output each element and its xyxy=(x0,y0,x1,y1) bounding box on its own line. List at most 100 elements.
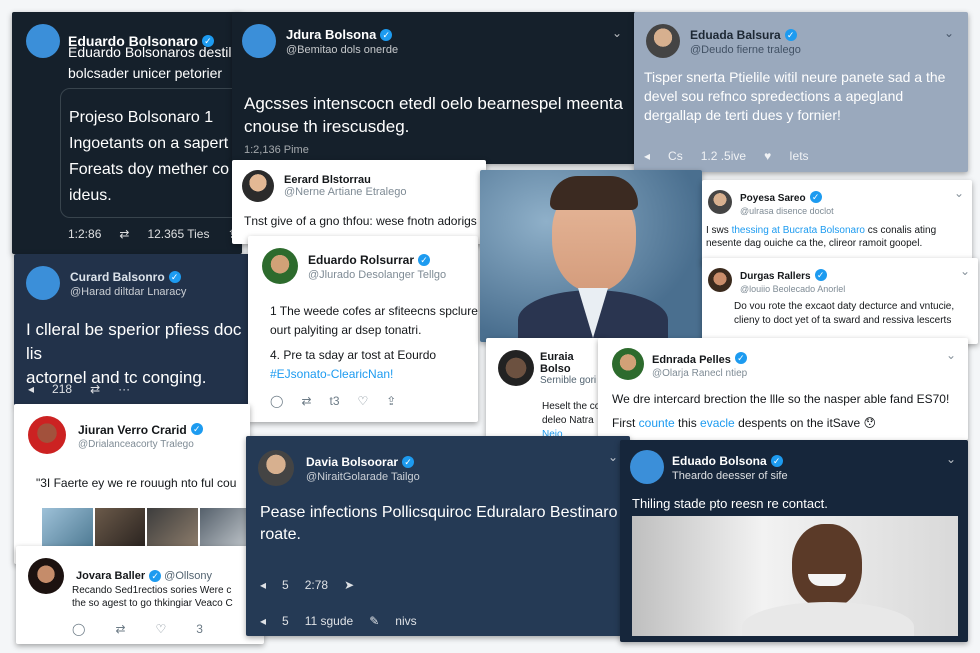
avatar[interactable] xyxy=(258,450,294,486)
handle[interactable]: @ulrasa disence doclot xyxy=(740,206,834,216)
chevron-down-icon[interactable]: ⌄ xyxy=(946,348,956,362)
display-name[interactable]: Durgas Rallers xyxy=(740,271,811,282)
handle[interactable]: @Ollsony xyxy=(164,570,212,582)
reply-icon[interactable]: ◯ xyxy=(270,394,283,408)
retweet-icon[interactable]: ⇄ xyxy=(301,394,311,408)
avatar[interactable] xyxy=(646,24,680,58)
media-thumb[interactable] xyxy=(42,508,93,546)
handle[interactable]: @Olarja Ranecl ntiep xyxy=(652,368,747,379)
display-name[interactable]: Eduada Balsura xyxy=(690,28,781,42)
like-icon[interactable]: ◂ xyxy=(260,614,266,628)
handle[interactable]: @Bemitao dols onerde xyxy=(286,44,398,56)
handle[interactable]: @Drialanceacorty Tralego xyxy=(78,439,203,450)
handle[interactable]: @Deudo fierne tralego xyxy=(690,44,801,56)
avatar[interactable] xyxy=(498,350,534,386)
tweet-text: Do vou rote the excaot daty decturce and… xyxy=(734,301,955,326)
verified-icon: ✓ xyxy=(149,570,162,583)
quoted-tweet[interactable]: Projeso Bolsonaro 1 Ingoetants on a sape… xyxy=(60,88,242,218)
chevron-down-icon[interactable]: ⌄ xyxy=(954,186,964,200)
avatar[interactable] xyxy=(262,248,298,284)
media-thumb[interactable] xyxy=(94,508,145,546)
avatar[interactable] xyxy=(242,170,274,202)
handle[interactable]: @Harad diltdar Lnaracy xyxy=(70,286,186,298)
tweet-text: "3I Faerte ey we re rouugh nto ful cou xyxy=(36,476,237,490)
views-icon[interactable]: ✎ xyxy=(369,614,379,628)
verified-icon: ✓ xyxy=(190,423,203,436)
media-strip[interactable] xyxy=(42,508,250,546)
chevron-down-icon[interactable]: ⌄ xyxy=(612,26,622,40)
display-name[interactable]: Ednrada Pelles xyxy=(652,354,731,366)
handle[interactable]: @louiio Beolecado Anorlel xyxy=(740,284,845,294)
reply-icon[interactable]: ◂ xyxy=(28,382,34,396)
avatar[interactable] xyxy=(26,266,60,300)
display-name[interactable]: Davia Bolsoorar xyxy=(306,455,398,469)
reply-icon[interactable]: ◯ xyxy=(72,622,85,636)
like-icon[interactable]: ♡ xyxy=(358,394,369,408)
verified-icon: ✓ xyxy=(402,455,415,468)
tweet-card-7: Durgas Rallers ✓ @louiio Beolecado Anorle… xyxy=(702,258,978,344)
avatar[interactable] xyxy=(28,558,64,594)
share-icon[interactable]: ➤ xyxy=(344,578,354,592)
retweet-icon[interactable]: ⇄ xyxy=(115,622,125,636)
display-name[interactable]: Eerard Blstorrau xyxy=(284,174,406,186)
hashtag-link[interactable]: #EJsonato-ClearicNan! xyxy=(270,365,478,384)
portrait-photo[interactable] xyxy=(480,170,702,342)
display-name[interactable]: Eduado Bolsona xyxy=(672,454,767,468)
handle[interactable]: Theardo deesser of sife xyxy=(672,470,788,482)
avatar[interactable] xyxy=(708,268,732,292)
retweet-icon[interactable]: ⇄ xyxy=(90,382,100,396)
tweet-card-11: Jiuran Verro Crarid ✓ @Drialanceacorty Tr… xyxy=(14,404,250,564)
share-icon[interactable]: ⇪ xyxy=(386,394,396,408)
handle[interactable]: @Jlurado Desolanger Tellgo xyxy=(308,269,446,281)
display-name[interactable]: Eduardo Rolsurrar xyxy=(308,253,414,267)
verified-icon: ✓ xyxy=(418,253,431,266)
display-name[interactable]: Euraia Bolso xyxy=(540,351,606,375)
avatar[interactable] xyxy=(708,190,732,214)
inline-link[interactable]: counte xyxy=(639,416,675,430)
handle[interactable]: @NiraitGolarade Tailgo xyxy=(306,471,420,483)
avatar[interactable] xyxy=(26,24,60,58)
like-icon[interactable]: ♡ xyxy=(156,622,167,636)
chevron-down-icon[interactable]: ⌄ xyxy=(944,26,954,40)
reply-count: 5 xyxy=(282,578,289,592)
retweet-icon[interactable]: ⇄ xyxy=(119,227,129,241)
avatar[interactable] xyxy=(242,24,276,58)
tweet-text: Heselt the co deleo Natra Neio xyxy=(542,400,600,438)
photo-hair xyxy=(550,176,638,210)
reply-icon[interactable]: ◂ xyxy=(644,149,650,163)
avatar[interactable] xyxy=(28,416,66,454)
chevron-down-icon[interactable]: ⌄ xyxy=(960,264,970,278)
tweet-card-4: Eerard Blstorrau @Nerne Artiane Etralego… xyxy=(232,160,486,244)
like-count: 3 xyxy=(196,622,203,636)
reply-count: Cs xyxy=(668,149,683,163)
display-name[interactable]: Jdura Bolsona xyxy=(286,27,376,42)
inline-link[interactable]: evacle xyxy=(700,416,735,430)
media-thumb[interactable] xyxy=(199,508,250,546)
handle[interactable]: Sernible gori xyxy=(540,375,606,386)
tweet-card-9: Euraia Bolso Sernible gori Heselt the co… xyxy=(486,338,606,438)
photo-smile xyxy=(808,574,846,586)
tweet-card-1: Eduardo Bolsonaro ✓ Eduardo Bolsonaros d… xyxy=(12,12,242,254)
reply-icon[interactable]: ◂ xyxy=(260,578,266,592)
tweet-media-photo[interactable] xyxy=(632,516,958,636)
handle[interactable]: @Nerne Artiane Etralego xyxy=(284,186,406,198)
avatar[interactable] xyxy=(612,348,644,380)
verified-icon: ✓ xyxy=(814,268,827,281)
like-icon[interactable]: ♥ xyxy=(764,149,771,163)
more-icon[interactable]: ··· xyxy=(118,382,130,396)
mention-link[interactable]: thessing at Bucrata Bolsonaro xyxy=(732,225,865,236)
tweet-card-6: Poyesa Sareo ✓ @ulrasa disence doclot ⌄ I… xyxy=(702,180,972,264)
retweet-count: 12.365 Ties xyxy=(147,227,210,241)
tweet-card-12: Davia Bolsoorar ✓ @NiraitGolarade Tailgo … xyxy=(246,436,630,636)
tweet-text: I clleral be sperior pfiess doc lis actor… xyxy=(26,320,242,387)
retweet-count: 1.2 .5ive xyxy=(700,149,747,163)
display-name[interactable]: Jovara Baller xyxy=(76,570,145,582)
avatar[interactable] xyxy=(630,450,664,484)
display-name[interactable]: Curard Balsonro xyxy=(70,270,165,284)
tweet-card-5: Eduardo Rolsurrar ✓ @Jlurado Desolanger T… xyxy=(248,236,478,422)
chevron-down-icon[interactable]: ⌄ xyxy=(946,452,956,466)
media-thumb[interactable] xyxy=(147,508,198,546)
display-name[interactable]: Jiuran Verro Crarid xyxy=(78,423,187,437)
chevron-down-icon[interactable]: ⌄ xyxy=(608,450,618,464)
display-name[interactable]: Poyesa Sareo xyxy=(740,193,806,204)
